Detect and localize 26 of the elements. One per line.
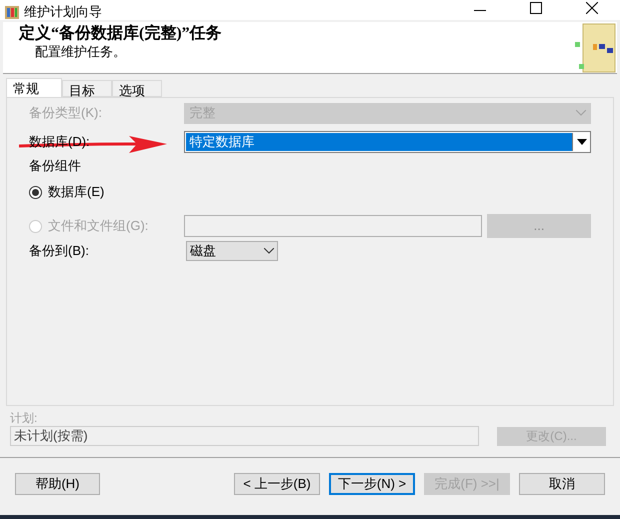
minimize-icon[interactable] bbox=[474, 10, 486, 12]
tab[interactable]: 目标 bbox=[62, 80, 112, 97]
dialog-button[interactable]: < 上一步(B) bbox=[234, 473, 320, 495]
schedule-field: 未计划(按需) bbox=[10, 426, 479, 446]
chevron-down-icon bbox=[576, 110, 586, 116]
window-title: 维护计划向导 bbox=[24, 3, 102, 21]
page-subtitle: 配置维护任务。 bbox=[34, 44, 127, 60]
chevron-down-icon bbox=[264, 248, 274, 254]
maximize-icon[interactable] bbox=[530, 2, 542, 14]
dialog-button[interactable]: 下一步(N) > bbox=[329, 473, 415, 495]
file-group-field[interactable] bbox=[184, 215, 482, 237]
close-icon[interactable] bbox=[586, 2, 598, 14]
field-label: 备份类型(K): bbox=[29, 104, 103, 122]
tab[interactable]: 常规 bbox=[6, 78, 62, 97]
backup-to-dropdown[interactable]: 磁盘 bbox=[186, 241, 278, 261]
field-label: 备份到(B): bbox=[29, 242, 90, 260]
database-dropdown[interactable]: 特定数据库 bbox=[184, 131, 591, 153]
radio-button[interactable]: 数据库(E) bbox=[29, 182, 186, 202]
app-icon bbox=[4, 4, 20, 20]
section-label: 备份组件 bbox=[29, 157, 82, 175]
tab[interactable]: 选项 bbox=[112, 80, 162, 97]
schedule-label: 计划: bbox=[10, 411, 38, 425]
caret-down-icon bbox=[576, 139, 586, 145]
dialog-button[interactable]: 取消 bbox=[519, 473, 605, 495]
page-title: 定义“备份数据库(完整)”任务 bbox=[19, 24, 222, 44]
dialog-button[interactable]: 帮助(H) bbox=[15, 473, 100, 495]
